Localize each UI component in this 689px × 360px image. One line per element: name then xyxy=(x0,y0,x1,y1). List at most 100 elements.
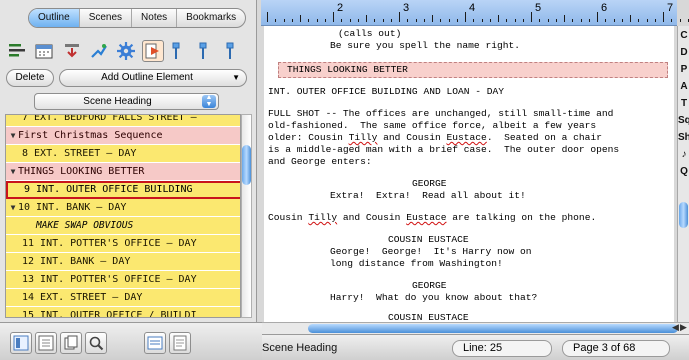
outline-scene[interactable]: 11 INT. POTTER'S OFFICE — DAY xyxy=(6,235,240,253)
element-palette-button[interactable]: A xyxy=(678,81,689,92)
script-line[interactable]: and George enters: xyxy=(268,156,372,167)
script-line[interactable]: COUSIN EUSTACE xyxy=(388,234,469,245)
script-line[interactable]: (calls out) xyxy=(338,28,401,39)
ruler-number: 7 xyxy=(667,2,674,14)
horizontal-scrollbar[interactable]: ◀ ▶ xyxy=(262,322,689,334)
zoom-icon[interactable] xyxy=(85,332,107,354)
element-palette-button[interactable]: T xyxy=(678,98,689,109)
outline-sequence[interactable]: ▼ THINGS LOOKING BETTER xyxy=(6,163,240,181)
script-line[interactable]: COUSIN EUSTACE xyxy=(388,312,469,322)
element-palette-button[interactable]: D xyxy=(678,47,689,58)
ruler-tick xyxy=(671,19,673,22)
scene-flow-icon[interactable] xyxy=(88,40,110,62)
ruler-number: 2 xyxy=(337,2,344,14)
outline-scrollbar[interactable] xyxy=(241,114,252,318)
element-type-select[interactable]: Scene Heading ▲ ▼ xyxy=(34,93,219,110)
script-line[interactable]: Cousin Tilly and Cousin Eustace are talk… xyxy=(268,212,596,223)
script-line[interactable]: is a middle-aged man with a brief case. … xyxy=(268,144,619,155)
script-line[interactable]: long distance from Washington! xyxy=(330,258,503,269)
script-scrollbar-thumb[interactable] xyxy=(679,202,688,228)
disclosure-triangle-icon[interactable]: ▼ xyxy=(8,163,18,180)
tab-bookmarks[interactable]: Bookmarks xyxy=(176,9,245,27)
tab-scenes[interactable]: Scenes xyxy=(78,9,131,27)
script-editor[interactable]: THINGS LOOKING BETTER (calls out) Be sure… xyxy=(264,26,674,322)
add-outline-element-popup[interactable]: Add Outline Element ▼ xyxy=(59,69,247,87)
element-palette-button[interactable]: Sq xyxy=(678,115,689,126)
disclosure-triangle-icon[interactable]: ▼ xyxy=(8,199,18,216)
ruler-tick xyxy=(267,12,268,22)
element-palette-button[interactable]: Sh xyxy=(678,132,689,143)
outline-sequence[interactable]: ▼ First Christmas Sequence xyxy=(6,127,240,145)
outline-scene[interactable]: 15 INT. OUTER OFFICE / BUILDI xyxy=(6,307,240,317)
page-view-icon[interactable] xyxy=(60,332,82,354)
element-palette-button[interactable]: ♪ xyxy=(678,149,689,160)
outline-scene[interactable]: 14 EXT. STREET — DAY xyxy=(6,289,240,307)
flag-icon[interactable] xyxy=(142,40,165,62)
outline-item-label: 10 INT. BANK — DAY xyxy=(18,202,127,213)
scrollbar-thumb[interactable] xyxy=(242,145,251,185)
outline-note[interactable]: MAKE SWAP OBVIOUS xyxy=(6,217,240,235)
outline-scene[interactable]: 7 EXT. BEDFORD FALLS STREET — xyxy=(6,115,240,127)
card-icon[interactable] xyxy=(197,40,219,62)
script-line[interactable]: old-fashioned. The same office force, al… xyxy=(268,120,596,131)
sequence-marker[interactable]: THINGS LOOKING BETTER xyxy=(278,62,668,78)
outline-scene[interactable]: 12 INT. BANK — DAY xyxy=(6,253,240,271)
tab-outline[interactable]: Outline xyxy=(29,9,79,27)
notes-view-icon[interactable] xyxy=(169,332,191,354)
outline-scene[interactable]: 8 EXT. STREET — DAY xyxy=(6,145,240,163)
outline-scene[interactable]: ▼ 10 INT. BANK — DAY xyxy=(6,199,240,217)
ruler-tick xyxy=(646,19,648,22)
script-line[interactable]: INT. OUTER OFFICE BUILDING AND LOAN - DA… xyxy=(268,86,504,97)
scroll-left-icon[interactable]: ◀ xyxy=(672,322,679,333)
outline-item-label: 13 INT. POTTER'S OFFICE — DAY xyxy=(22,274,197,285)
element-palette-button[interactable]: Q xyxy=(678,166,689,177)
script-line[interactable]: George! George! It's Harry now on xyxy=(330,246,532,257)
scrollbar-thumb[interactable] xyxy=(308,324,678,333)
card-icon[interactable] xyxy=(224,40,246,62)
script-line[interactable]: Extra! Extra! Read all about it! xyxy=(330,190,526,201)
script-line[interactable]: Be sure you spell the name right. xyxy=(330,40,520,51)
outline-scene[interactable]: 13 INT. POTTER'S OFFICE — DAY xyxy=(6,271,240,289)
outline-scene[interactable]: 9 INT. OUTER OFFICE BUILDING xyxy=(6,181,240,199)
status-element-type: Scene Heading xyxy=(262,342,338,354)
ruler-tick xyxy=(308,19,310,22)
script-line[interactable]: older: Cousin Tilly and Cousin Eustace. … xyxy=(268,132,602,143)
outline-item-label: 11 INT. POTTER'S OFFICE — DAY xyxy=(22,238,197,249)
script-line[interactable]: Harry! What do you know about that? xyxy=(330,292,537,303)
index-card-view-icon[interactable] xyxy=(144,332,166,354)
ruler-tick xyxy=(399,12,400,22)
card-icon[interactable] xyxy=(170,40,192,62)
page-indicator[interactable]: Page 3 of 68 xyxy=(562,340,670,357)
align-icon[interactable] xyxy=(6,40,28,62)
script-line[interactable]: GEORGE xyxy=(412,280,447,291)
ruler-tick xyxy=(465,12,466,22)
scroll-right-icon[interactable]: ▶ xyxy=(680,322,687,333)
script-view-icon[interactable] xyxy=(10,332,32,354)
ruler-tick xyxy=(324,19,326,22)
outline-item-label: 12 INT. BANK — DAY xyxy=(22,256,131,267)
ruler-tick xyxy=(654,19,656,22)
gear-icon[interactable] xyxy=(115,40,137,62)
split-view-icon[interactable] xyxy=(35,332,57,354)
element-palette-button[interactable]: C xyxy=(678,30,689,41)
ruler-tick xyxy=(506,19,508,22)
stepper-arrows-icon: ▲ ▼ xyxy=(202,94,216,108)
ruler-tick xyxy=(448,19,450,22)
ruler-tick xyxy=(349,19,351,22)
download-icon[interactable] xyxy=(61,40,83,62)
ruler-tick xyxy=(333,12,334,22)
script-line[interactable]: FULL SHOT -- The offices are unchanged, … xyxy=(268,108,613,119)
calendar-icon[interactable] xyxy=(33,40,55,62)
tab-notes[interactable]: Notes xyxy=(131,9,176,27)
ruler[interactable]: 2 3 4 5 6 7 xyxy=(261,0,689,26)
element-palette-button[interactable]: P xyxy=(678,64,689,75)
ruler-number: 4 xyxy=(469,2,476,14)
ruler-tick xyxy=(564,15,565,22)
disclosure-triangle-icon[interactable]: ▼ xyxy=(8,127,18,144)
ruler-tick xyxy=(390,19,392,22)
outline-item-label: MAKE SWAP OBVIOUS xyxy=(36,220,134,231)
delete-button[interactable]: Delete xyxy=(6,69,54,87)
outline-item-label: 14 EXT. STREET — DAY xyxy=(22,292,143,303)
outline-item-label: 9 INT. OUTER OFFICE BUILDING xyxy=(24,184,193,195)
script-line[interactable]: GEORGE xyxy=(412,178,447,189)
